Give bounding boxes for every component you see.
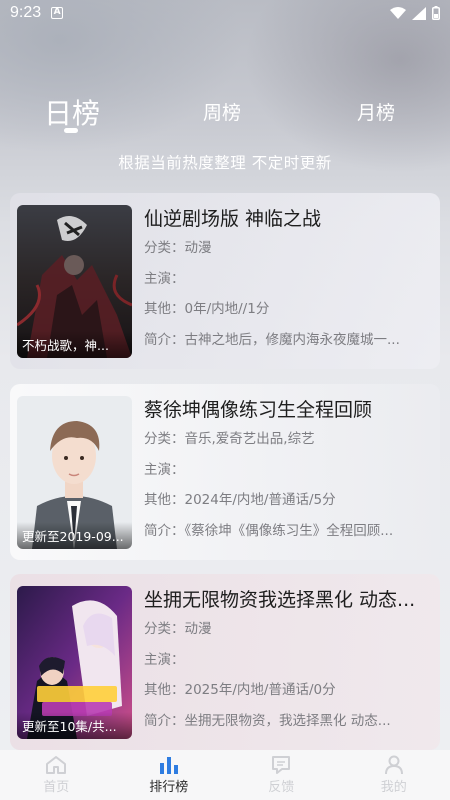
rank-subtitle: 根据当前热度整理 不定时更新: [118, 154, 332, 172]
poster-image[interactable]: 更新至10集/共...: [17, 586, 132, 739]
status-bar: 9:23 A: [0, 0, 450, 26]
status-time: 9:23: [10, 4, 42, 21]
list-item[interactable]: 更新至10集/共... 坐拥无限物资我选择黑化 动态... 分类：动漫 主演： …: [10, 574, 440, 750]
wifi-icon: [390, 6, 406, 19]
item-other: 其他：2025年/内地/普通话/0分: [144, 682, 336, 698]
nav-rank-label: 排行榜: [149, 780, 189, 795]
bar-chart-icon: [159, 757, 178, 774]
item-other: 其他：0年/内地//1分: [144, 301, 270, 317]
item-cast: 主演：: [144, 270, 185, 287]
item-cast: 主演：: [144, 461, 185, 478]
list-item[interactable]: 不朽战歌，神... 仙逆剧场版 神临之战 分类：动漫 主演： 其他：0年/内地/…: [10, 193, 440, 369]
list-item[interactable]: 更新至2019-09... 蔡徐坤偶像练习生全程回顾 分类：音乐,爱奇艺出品,综…: [10, 384, 440, 560]
item-cast: 主演：: [144, 651, 185, 668]
user-icon: [384, 755, 403, 775]
poster-image[interactable]: 更新至2019-09...: [17, 396, 132, 549]
nav-mine[interactable]: 我的: [338, 750, 450, 800]
poster-caption: 更新至10集/共...: [17, 712, 132, 739]
item-category: 分类：动漫: [144, 621, 212, 637]
poster-caption: 不朽战歌，神...: [17, 331, 132, 358]
tab-indicator: [64, 128, 78, 133]
item-title[interactable]: 仙逆剧场版 神临之战: [144, 205, 434, 233]
nav-mine-label: 我的: [380, 780, 407, 795]
item-title[interactable]: 坐拥无限物资我选择黑化 动态...: [144, 586, 434, 614]
nav-home[interactable]: 首页: [0, 750, 113, 800]
item-intro: 简介：坐拥无限物资，我选择黑化 动态...: [144, 712, 391, 729]
item-category: 分类：音乐,爱奇艺出品,综艺: [144, 431, 315, 447]
item-title[interactable]: 蔡徐坤偶像练习生全程回顾: [144, 396, 434, 424]
tab-day[interactable]: 日榜: [44, 92, 100, 132]
poster-caption: 更新至2019-09...: [17, 522, 132, 549]
nav-rank[interactable]: 排行榜: [113, 750, 226, 800]
bottom-nav: 首页 排行榜 反馈 我的: [0, 750, 450, 800]
battery-icon: [432, 6, 440, 20]
item-other: 其他：2024年/内地/普通话/5分: [144, 492, 336, 508]
tab-month[interactable]: 月榜: [357, 98, 395, 125]
item-intro: 简介：古神之地后，修魔内海永夜魔城一...: [144, 331, 400, 348]
nav-feedback[interactable]: 反馈: [225, 750, 338, 800]
item-intro: 简介：《蔡徐坤《偶像练习生》全程回顾...: [144, 522, 394, 539]
notification-a-icon: A: [51, 7, 64, 19]
signal-icon: [412, 6, 426, 20]
nav-feedback-label: 反馈: [268, 780, 295, 795]
feedback-icon: [272, 756, 291, 774]
home-icon: [46, 756, 67, 774]
tab-week[interactable]: 周榜: [203, 98, 241, 125]
nav-home-label: 首页: [43, 780, 70, 795]
poster-image[interactable]: 不朽战歌，神...: [17, 205, 132, 358]
item-category: 分类：动漫: [144, 240, 212, 256]
